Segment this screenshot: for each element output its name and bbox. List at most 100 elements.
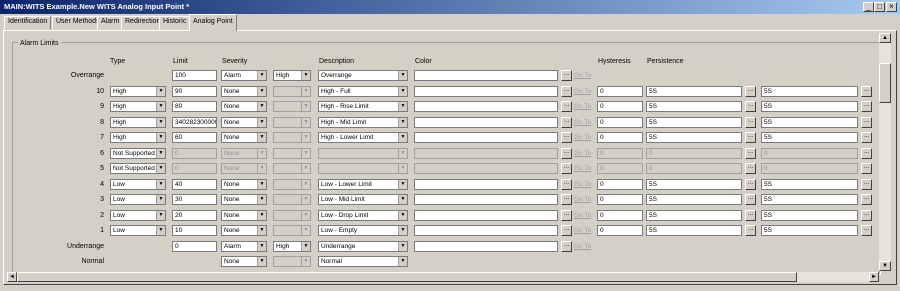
severity-level-select[interactable]: ▼ <box>273 132 311 143</box>
description-select[interactable]: Low - Drop Limit ▼ <box>318 210 408 221</box>
severity-select[interactable]: None ▼ <box>221 194 267 205</box>
goto-link[interactable]: Go To <box>574 88 591 95</box>
horizontal-scrollbar[interactable]: ◄ ► <box>7 272 879 282</box>
limit-input[interactable]: 10 <box>172 225 217 236</box>
limit-input[interactable]: 30 <box>172 194 217 205</box>
color-browse-button[interactable]: ... <box>561 86 572 97</box>
description-select[interactable]: High - Lower Limit ▼ <box>318 132 408 143</box>
color-browse-button[interactable]: ... <box>561 179 572 190</box>
severity-select[interactable]: Alarm ▼ <box>221 70 267 81</box>
persistence-clear-browse-button[interactable]: ... <box>861 86 872 97</box>
goto-link[interactable]: Go To <box>574 243 591 250</box>
persistence-input[interactable]: 5S <box>646 210 742 221</box>
scroll-down-button[interactable]: ▼ <box>879 261 891 271</box>
severity-select[interactable]: None ▼ <box>221 148 267 159</box>
persistence-clear-browse-button[interactable]: ... <box>861 132 872 143</box>
tab-redirection[interactable]: Redirection <box>121 16 165 30</box>
description-select[interactable]: Normal ▼ <box>318 256 408 267</box>
goto-link[interactable]: Go To <box>574 150 591 157</box>
color-input[interactable] <box>414 148 558 159</box>
type-select[interactable]: Low ▼ <box>110 194 166 205</box>
goto-link[interactable]: Go To <box>574 196 591 203</box>
persistence-clear-browse-button[interactable]: ... <box>861 179 872 190</box>
description-select[interactable]: High - Rise Limit ▼ <box>318 101 408 112</box>
goto-link[interactable]: Go To <box>574 134 591 141</box>
description-select[interactable]: High - Full ▼ <box>318 86 408 97</box>
color-browse-button[interactable]: ... <box>561 117 572 128</box>
hysteresis-input[interactable]: 0 <box>597 179 643 190</box>
goto-link[interactable]: Go To <box>574 212 591 219</box>
persistence-input[interactable]: 5S <box>646 86 742 97</box>
type-select[interactable]: Low ▼ <box>110 179 166 190</box>
goto-link[interactable]: Go To <box>574 227 591 234</box>
color-browse-button[interactable]: ... <box>561 210 572 221</box>
description-select[interactable]: ▼ <box>318 148 408 159</box>
type-select[interactable]: Not Supported ▼ <box>110 163 166 174</box>
persistence-input[interactable]: 5S <box>646 117 742 128</box>
color-input[interactable] <box>414 86 558 97</box>
color-input[interactable] <box>414 225 558 236</box>
color-input[interactable] <box>414 194 558 205</box>
severity-level-select[interactable]: High ▼ <box>273 241 311 252</box>
color-browse-button[interactable]: ... <box>561 225 572 236</box>
limit-input[interactable]: 40 <box>172 179 217 190</box>
severity-level-select[interactable]: High ▼ <box>273 70 311 81</box>
vertical-scroll-thumb[interactable] <box>879 63 891 103</box>
hysteresis-input[interactable]: 0 <box>597 117 643 128</box>
goto-link[interactable]: Go To <box>574 181 591 188</box>
goto-link[interactable]: Go To <box>574 72 591 79</box>
hysteresis-input[interactable]: 0 <box>597 132 643 143</box>
severity-select[interactable]: Alarm ▼ <box>221 241 267 252</box>
goto-link[interactable]: Go To <box>574 119 591 126</box>
tab-identification[interactable]: Identification <box>4 16 52 30</box>
severity-select[interactable]: None ▼ <box>221 179 267 190</box>
persistence-clear-input[interactable]: 5S <box>761 225 858 236</box>
severity-level-select[interactable]: ▼ <box>273 225 311 236</box>
tab-user-methods[interactable]: User Methods <box>52 16 104 30</box>
severity-level-select[interactable]: ▼ <box>273 210 311 221</box>
type-select[interactable]: High ▼ <box>110 132 166 143</box>
color-browse-button[interactable]: ... <box>561 70 572 81</box>
persistence-clear-browse-button[interactable]: ... <box>861 117 872 128</box>
scroll-right-button[interactable]: ► <box>869 272 879 282</box>
persistence-clear-browse-button[interactable]: ... <box>861 101 872 112</box>
severity-select[interactable]: None ▼ <box>221 117 267 128</box>
description-select[interactable]: Low - Mid Limit ▼ <box>318 194 408 205</box>
limit-input[interactable]: 80 <box>172 101 217 112</box>
persistence-clear-input[interactable]: 5S <box>761 194 858 205</box>
severity-select[interactable]: None ▼ <box>221 225 267 236</box>
color-input[interactable] <box>414 132 558 143</box>
limit-input[interactable]: 0 <box>172 241 217 252</box>
persistence-clear-input[interactable]: 5S <box>761 117 858 128</box>
description-select[interactable]: High - Mid Limit ▼ <box>318 117 408 128</box>
type-select[interactable]: Not Supported ▼ <box>110 148 166 159</box>
color-input[interactable] <box>414 70 558 81</box>
severity-select[interactable]: None ▼ <box>221 101 267 112</box>
persistence-browse-button[interactable]: ... <box>745 132 756 143</box>
severity-level-select[interactable]: ▼ <box>273 86 311 97</box>
maximize-button[interactable]: □ <box>874 2 885 12</box>
persistence-clear-browse-button[interactable]: ... <box>861 148 872 159</box>
hysteresis-input[interactable]: 0 <box>597 101 643 112</box>
hysteresis-input[interactable]: 0 <box>597 194 643 205</box>
type-select[interactable]: High ▼ <box>110 101 166 112</box>
type-select[interactable]: Low ▼ <box>110 210 166 221</box>
persistence-input[interactable]: 5S <box>646 101 742 112</box>
persistence-browse-button[interactable]: ... <box>745 148 756 159</box>
persistence-input[interactable]: 5S <box>646 132 742 143</box>
persistence-browse-button[interactable]: ... <box>745 210 756 221</box>
severity-level-select[interactable]: ▼ <box>273 256 311 267</box>
hysteresis-input[interactable]: 0 <box>597 210 643 221</box>
tab-alarm[interactable]: Alarm <box>97 16 124 30</box>
persistence-clear-browse-button[interactable]: ... <box>861 210 872 221</box>
persistence-clear-browse-button[interactable]: ... <box>861 163 872 174</box>
minimize-button[interactable]: _ <box>863 2 874 12</box>
persistence-browse-button[interactable]: ... <box>745 225 756 236</box>
persistence-input[interactable]: 0 <box>646 148 742 159</box>
limit-input[interactable]: 0 <box>172 163 217 174</box>
severity-level-select[interactable]: ▼ <box>273 194 311 205</box>
persistence-browse-button[interactable]: ... <box>745 86 756 97</box>
tab-analog-point[interactable]: Analog Point <box>189 14 237 31</box>
limit-input[interactable]: 60 <box>172 132 217 143</box>
persistence-input[interactable]: 0 <box>646 163 742 174</box>
